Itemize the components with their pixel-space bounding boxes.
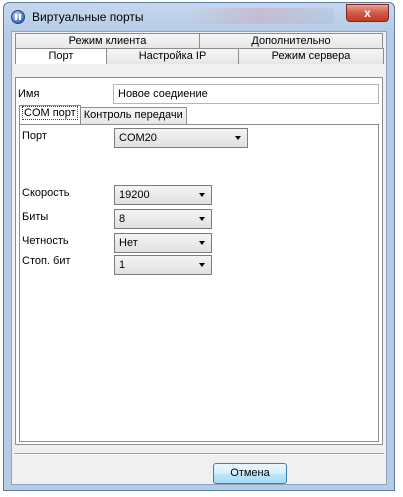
port-select[interactable]: COM20 — [114, 128, 248, 148]
port-select-value: COM20 — [119, 132, 157, 144]
bits-select-value: 8 — [119, 213, 126, 225]
port-tab-page: Имя Новое соедиение COM порт Контроль пе… — [15, 77, 383, 445]
tab-ip-settings[interactable]: Настройка IP — [106, 48, 239, 64]
chevron-down-icon — [199, 193, 205, 197]
chevron-down-icon — [199, 217, 205, 221]
stop-bits-label: Стоп. бит — [22, 255, 71, 267]
speed-select-value: 19200 — [119, 189, 150, 201]
chevron-down-icon — [235, 136, 241, 140]
subtab-flow-control[interactable]: Контроль передачи — [79, 107, 187, 124]
tab-advanced[interactable]: Дополнительно — [199, 33, 383, 49]
footer-divider — [14, 453, 384, 455]
dialog-content: Режим клиента Дополнительно Порт Настрой… — [11, 31, 387, 485]
chevron-down-icon — [199, 241, 205, 245]
parity-select-value: Нет — [119, 237, 138, 249]
stop-bits-select[interactable]: 1 — [114, 255, 212, 275]
titlebar-decoration — [184, 8, 334, 24]
name-input[interactable]: Новое соедиение — [113, 84, 379, 104]
title-bar[interactable]: Виртуальные порты x — [4, 3, 394, 31]
tab-port[interactable]: Порт — [15, 48, 107, 64]
tab-client-mode[interactable]: Режим клиента — [15, 33, 200, 49]
app-icon — [11, 10, 25, 24]
com-port-page: Порт COM20 Скорость 19200 Биты 8 Четност… — [19, 124, 379, 442]
dialog-window: Виртуальные порты x Режим клиента Дополн… — [3, 2, 395, 491]
window-title: Виртуальные порты — [32, 10, 144, 24]
bits-label: Биты — [22, 211, 49, 223]
speed-label: Скорость — [22, 187, 70, 199]
name-label: Имя — [18, 88, 40, 100]
port-label: Порт — [22, 130, 47, 142]
subtab-com-port[interactable]: COM порт — [19, 105, 81, 124]
chevron-down-icon — [199, 263, 205, 267]
bits-select[interactable]: 8 — [114, 209, 212, 229]
parity-select[interactable]: Нет — [114, 233, 212, 253]
speed-select[interactable]: 19200 — [114, 185, 212, 205]
subtab-row: COM порт Контроль передачи — [19, 105, 187, 124]
tab-server-mode[interactable]: Режим сервера — [238, 48, 384, 64]
stop-bits-select-value: 1 — [119, 259, 126, 271]
tab-row-front: Порт Настройка IP Режим сервера — [15, 48, 384, 64]
tab-row-back: Режим клиента Дополнительно — [15, 33, 383, 49]
parity-label: Четность — [22, 235, 69, 247]
close-button[interactable]: x — [346, 4, 389, 22]
subtab-com-port-label: COM порт — [22, 106, 78, 120]
cancel-button[interactable]: Отмена — [213, 463, 287, 484]
